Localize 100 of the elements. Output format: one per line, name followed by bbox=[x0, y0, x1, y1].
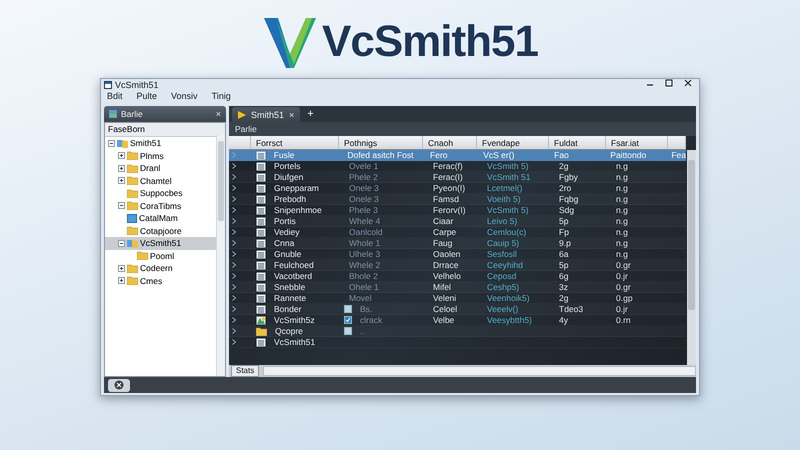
table-cell-text: Velbe bbox=[432, 315, 454, 325]
table-row[interactable]: VcSmith5z clrack Velbe Veesybtth5) 4y 0.rn bbox=[229, 315, 686, 326]
table-cell-text: 0.gp bbox=[615, 293, 633, 303]
checkbox[interactable] bbox=[344, 305, 352, 313]
table-cell-text: 9.p bbox=[558, 238, 571, 248]
tree-item[interactable]: Cmes bbox=[105, 274, 216, 287]
logo-text: VcSmith51 bbox=[322, 17, 538, 67]
table-row[interactable]: Gnepparam Onele 3 Pyeon(I) Lcetmel() 2ro n.g bbox=[229, 183, 686, 194]
tree-item[interactable]: VcSmith51 bbox=[105, 237, 216, 250]
table-row[interactable]: Diufgen Phele 2 Ferac(I) VcSmith 51 Fgby n.g bbox=[229, 172, 686, 183]
new-tab-button[interactable]: + bbox=[304, 108, 317, 120]
tree-item[interactable]: Suppocbes bbox=[105, 187, 216, 200]
tree-item[interactable]: Codeern bbox=[105, 262, 216, 274]
table-row[interactable]: Snipenhmoe Phele 3 Ferorv(I) VcSmith 5) Sdg n.g bbox=[229, 205, 686, 216]
table-row[interactable]: Qcopre .. bbox=[229, 326, 686, 337]
scrollbar[interactable] bbox=[687, 150, 696, 365]
menu-item[interactable]: Tinig bbox=[212, 91, 231, 103]
checkbox[interactable] bbox=[344, 327, 352, 335]
table-cell-text: Ulhele 3 bbox=[348, 249, 380, 259]
table-cell-text: VcS er() bbox=[482, 150, 514, 160]
table-cell-text: Dofed asitch Fost bbox=[346, 150, 414, 160]
scrollbar[interactable] bbox=[263, 366, 696, 376]
expand-icon[interactable] bbox=[118, 164, 125, 172]
table-cell-text: clrack bbox=[359, 315, 382, 325]
table-cell-text: Cauip 5) bbox=[486, 238, 520, 248]
expand-icon[interactable] bbox=[118, 277, 125, 284]
menu-item[interactable]: Vonsiv bbox=[171, 91, 198, 103]
table-row[interactable]: Vediey Oanlcold Carpe Cemlou(c) Fp n.g bbox=[229, 227, 686, 238]
table-row[interactable]: Snebble Ohele 1 Mifel Ceshp5) 3z 0.gr bbox=[229, 282, 686, 293]
table-cell-text: Fgby bbox=[558, 172, 578, 182]
table-cell-text: Snipenhmoe bbox=[273, 205, 322, 215]
expand-icon[interactable] bbox=[118, 177, 125, 184]
table-cell-text: Onele 3 bbox=[348, 183, 379, 193]
tree-item[interactable]: Chamtel bbox=[105, 174, 216, 187]
document-icon bbox=[256, 338, 266, 346]
table-row[interactable]: Vacotberd Bhole 2 Velhelo Ceposd 6g 0.jr bbox=[229, 271, 686, 282]
column-header[interactable]: Forrsct bbox=[251, 136, 339, 149]
table-cell-text: Portis bbox=[273, 216, 296, 226]
document-icon bbox=[256, 260, 266, 270]
folder-icon bbox=[127, 238, 138, 248]
document-icon bbox=[256, 184, 266, 192]
table-cell-text: Carpe bbox=[432, 227, 456, 237]
expand-icon[interactable] bbox=[118, 264, 125, 272]
close-button[interactable]: × bbox=[289, 110, 294, 120]
table-row[interactable]: Portis Whele 4 Ciaar Leivo 5) 5p n.g bbox=[229, 216, 686, 227]
tree-item[interactable]: Pooml bbox=[105, 250, 216, 262]
table-cell-text: Ovele 1 bbox=[348, 161, 378, 171]
table-cell-text: Famsd bbox=[432, 194, 459, 204]
table-cell-text: 2g bbox=[558, 293, 568, 303]
column-header[interactable]: Fsar.iat bbox=[606, 136, 668, 149]
column-header[interactable]: Cnaoh bbox=[423, 136, 477, 149]
collapse-icon[interactable] bbox=[118, 240, 125, 247]
collapse-icon[interactable] bbox=[108, 140, 115, 147]
column-header[interactable]: Fuldat bbox=[549, 136, 606, 149]
table-row[interactable]: Portels Ovele 1 Ferac(f) VcSmith 5) 2g n.g bbox=[229, 161, 686, 172]
table-row[interactable]: VcSmith51 bbox=[229, 337, 686, 348]
table-cell-text: Tdeo3 bbox=[558, 304, 584, 314]
tree-item[interactable]: Smith51 bbox=[105, 137, 216, 150]
menu-item[interactable]: Bdit bbox=[107, 91, 123, 103]
scrollbar[interactable] bbox=[216, 135, 225, 376]
table-row[interactable]: Feulchoed Whele 2 Drrace Ceeyhihd 5p 0.gr bbox=[229, 260, 686, 271]
tree-item[interactable]: Cotapjoore bbox=[105, 224, 216, 237]
table-cell-text: Drrace bbox=[432, 260, 459, 270]
table-cell-text: 0.jr bbox=[615, 271, 628, 281]
table-cell-text: n.g bbox=[615, 216, 628, 226]
table-cell-text: Pyeon(I) bbox=[432, 183, 466, 193]
close-button[interactable]: × bbox=[216, 109, 221, 119]
table-cell-text: 0.gr bbox=[615, 282, 631, 292]
menu-item[interactable]: Pulte bbox=[136, 91, 158, 103]
play-icon bbox=[238, 110, 246, 118]
expand-icon[interactable] bbox=[118, 152, 125, 160]
folder-icon bbox=[127, 164, 138, 173]
document-tab[interactable]: Smith51 × bbox=[232, 107, 300, 122]
start-button[interactable] bbox=[108, 378, 130, 392]
folder-icon bbox=[127, 201, 138, 210]
checkbox[interactable] bbox=[344, 316, 352, 324]
tree-item[interactable]: CatalMam bbox=[105, 212, 216, 224]
table-row[interactable]: Rannete Movel Veleni Veenhoik5) 2g 0.gp bbox=[229, 293, 686, 304]
column-header[interactable]: Fvendape bbox=[477, 136, 549, 149]
table-row[interactable]: Bonder Bs. Celoel Veeelv() Tdeo3 0.jr bbox=[229, 304, 686, 315]
tree-item[interactable]: CoraTibms bbox=[105, 200, 216, 212]
table-row[interactable]: Fusle Dofed asitch Fost Fero VcS er() Fao Paittondo Fea bbox=[229, 150, 686, 161]
table-row[interactable]: Prebodh Onele 3 Famsd Voeith 5) Fqbg n.g bbox=[229, 194, 686, 205]
table-cell-text: Ferorv(I) bbox=[432, 205, 466, 215]
tree-item[interactable]: Plnms bbox=[105, 150, 216, 162]
table-row[interactable]: Cnna Whole 1 Faug Cauip 5) 9.p n.g bbox=[229, 238, 686, 249]
table-cell-text: Feulchoed bbox=[273, 260, 314, 270]
table-cell-text: Snebble bbox=[273, 282, 306, 292]
folder-icon bbox=[127, 151, 138, 160]
table-cell-text: Fao bbox=[553, 150, 569, 160]
app-icon bbox=[104, 80, 112, 88]
sheet-tab[interactable]: Stats bbox=[231, 365, 260, 377]
collapse-icon[interactable] bbox=[118, 202, 125, 210]
panel-tab[interactable]: Barlie × bbox=[104, 106, 226, 122]
table-row[interactable]: Gnuble Ulhele 3 Oaolen Sesfosll 6a n.g bbox=[229, 249, 686, 260]
table-cell-text: Portels bbox=[273, 161, 300, 171]
tree-item[interactable]: Dranl bbox=[105, 162, 216, 174]
table-cell-text: Vacotberd bbox=[273, 271, 312, 281]
column-header[interactable]: Pothnigs bbox=[339, 136, 423, 149]
table-cell-text: Vediey bbox=[273, 227, 300, 237]
